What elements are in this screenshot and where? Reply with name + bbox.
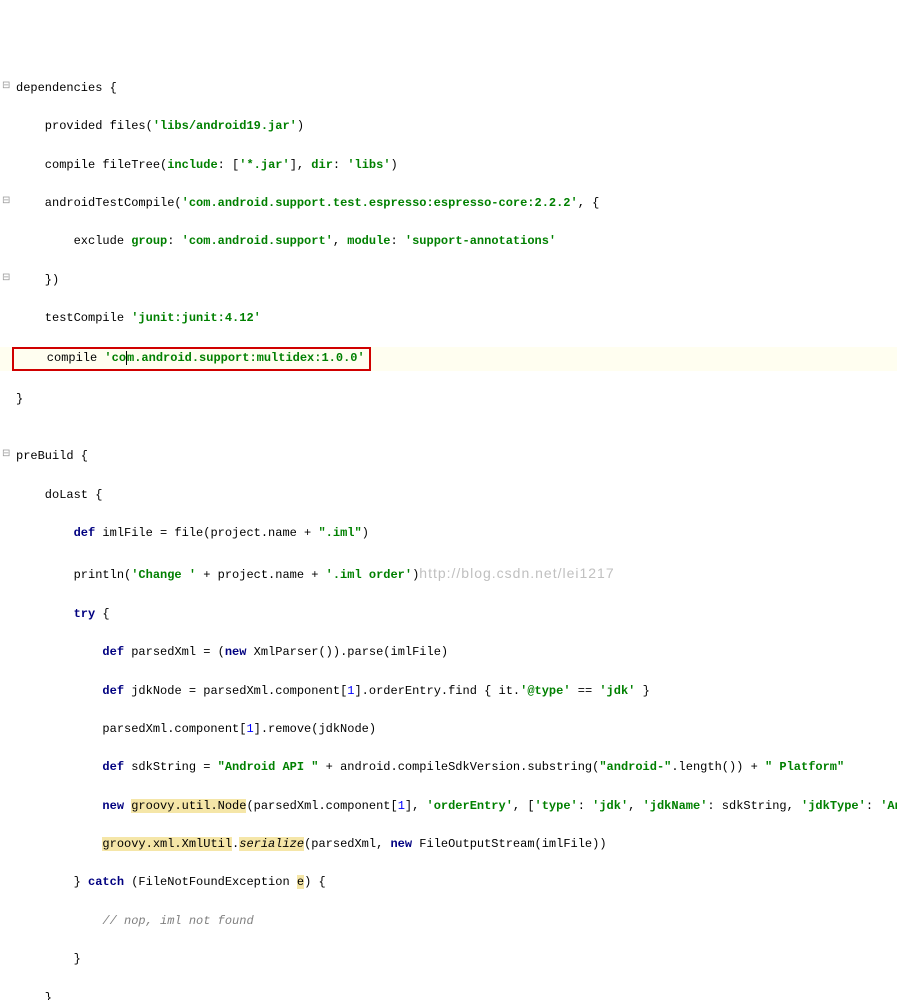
code-line: ⊟dependencies { <box>0 79 897 98</box>
code-line: } <box>0 989 897 1000</box>
code-line: // nop, iml not found <box>0 912 897 931</box>
red-highlight-box: compile 'com.android.support:multidex:1.… <box>12 347 371 370</box>
code-line: } <box>0 390 897 409</box>
code-line: compile fileTree(include: ['*.jar'], dir… <box>0 156 897 175</box>
code-line: def jdkNode = parsedXml.component[1].ord… <box>0 682 897 701</box>
code-line: ⊟preBuild { <box>0 447 897 466</box>
code-line: def parsedXml = (new XmlParser()).parse(… <box>0 643 897 662</box>
code-line: parsedXml.component[1].remove(jdkNode) <box>0 720 897 739</box>
code-line: ⊟ androidTestCompile('com.android.suppor… <box>0 194 897 213</box>
code-line: println('Change ' + project.name + '.iml… <box>0 562 897 585</box>
code-line: provided files('libs/android19.jar') <box>0 117 897 136</box>
code-line: exclude group: 'com.android.support', mo… <box>0 232 897 251</box>
fold-marker[interactable]: ⊟ <box>2 447 10 463</box>
watermark-text: http://blog.csdn.net/lei1217 <box>419 565 614 581</box>
code-line: def imlFile = file(project.name + ".iml"… <box>0 524 897 543</box>
fold-marker[interactable]: ⊟ <box>2 271 10 287</box>
code-line: def sdkString = "Android API " + android… <box>0 758 897 777</box>
highlighted-line: compile 'com.android.support:multidex:1.… <box>0 347 897 370</box>
fold-marker[interactable]: ⊟ <box>2 79 10 95</box>
code-line: try { <box>0 605 897 624</box>
code-line: ⊟ }) <box>0 271 897 290</box>
code-line: new groovy.util.Node(parsedXml.component… <box>0 797 897 816</box>
code-line: testCompile 'junit:junit:4.12' <box>0 309 897 328</box>
fold-marker[interactable]: ⊟ <box>2 194 10 210</box>
code-line: } catch (FileNotFoundException e) { <box>0 873 897 892</box>
code-line: groovy.xml.XmlUtil.serialize(parsedXml, … <box>0 835 897 854</box>
code-line: } <box>0 950 897 969</box>
code-line: doLast { <box>0 486 897 505</box>
